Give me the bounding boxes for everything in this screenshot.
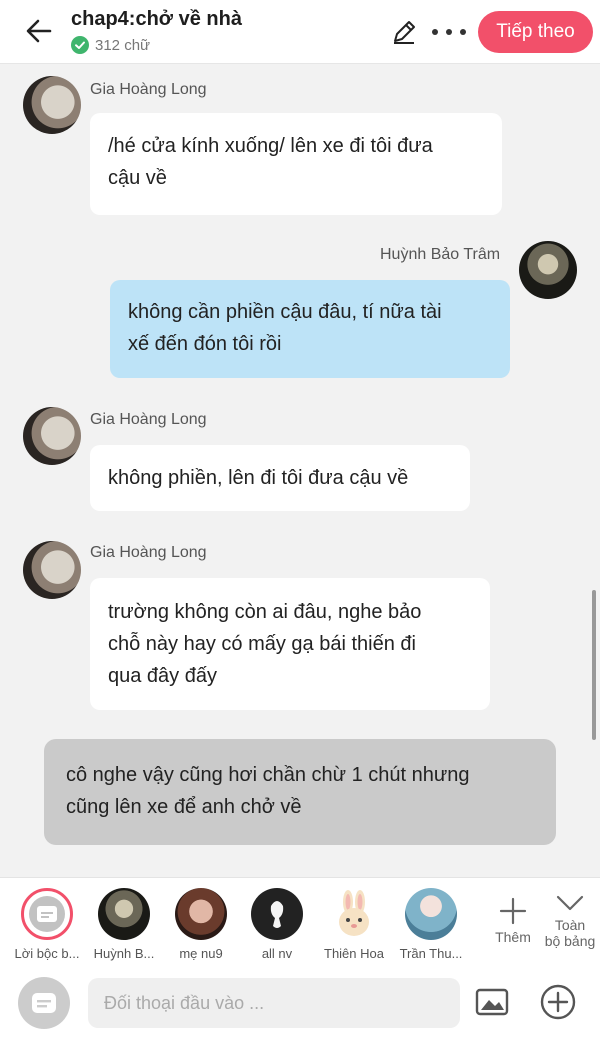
chevron-down-icon [556, 895, 584, 911]
avatar-silhouette [251, 888, 303, 940]
message-bubble[interactable]: không cần phiền cậu đâu, tí nữa tài xế đ… [110, 280, 510, 378]
plus-icon [499, 897, 527, 925]
message-line: qua đây đấy [108, 665, 217, 687]
message-bubble[interactable]: /hé cửa kính xuống/ lên xe đi tôi đưa cậ… [90, 113, 502, 215]
speaker-name: Gia Hoàng Long [90, 81, 207, 98]
avatar-gia-hoang-long[interactable] [23, 541, 81, 599]
chapter-title: chap4:chở về nhà [71, 8, 242, 30]
character-tran-thu[interactable]: Trần Thu... [393, 888, 469, 961]
top-bar: chap4:chở về nhà 312 chữ Tiếp theo [0, 0, 600, 64]
narration-line: cô nghe vậy cũng hơi chần chừ 1 chút như… [66, 764, 470, 786]
character-name: mẹ nu9 [179, 946, 223, 961]
character-thien-hoa[interactable]: Thiên Hoa [316, 888, 392, 961]
narration-toggle-icon[interactable] [18, 977, 70, 1029]
image-icon[interactable] [475, 987, 509, 1017]
narration-bubble[interactable]: cô nghe vậy cũng hơi chần chừ 1 chút như… [44, 739, 556, 845]
avatar-me-nu9 [175, 888, 227, 940]
speaker-name: Gia Hoàng Long [90, 411, 207, 428]
avatar-huynh-bao-tram [98, 888, 150, 940]
word-count-text: 312 chữ [95, 36, 151, 54]
message-line: không cần phiền cậu đâu, tí nữa tài [128, 301, 442, 323]
all-characters-button[interactable]: Toàn bộ bảng [540, 892, 600, 949]
message-line: cậu về [108, 167, 167, 189]
avatar-bunny [328, 888, 380, 940]
message-line: /hé cửa kính xuống/ lên xe đi tôi đưa [108, 135, 433, 157]
message-line: không phiền, lên đi tôi đưa cậu về [108, 467, 409, 489]
word-count: 312 chữ [71, 36, 150, 54]
speaker-name: Huỳnh Bảo Trâm [380, 246, 501, 263]
character-all-nv[interactable]: all nv [239, 888, 315, 961]
message-line: xế đến đón tôi rồi [128, 333, 282, 355]
character-name: Trần Thu... [399, 946, 463, 961]
character-name: Lời bộc b... [14, 946, 80, 961]
next-button[interactable]: Tiếp theo [478, 11, 593, 53]
more-options-icon[interactable] [432, 18, 466, 46]
all-characters-label-1: Toàn [554, 917, 586, 933]
avatar-huynh-bao-tram[interactable] [519, 241, 577, 299]
narration-line: cũng lên xe để anh chở về [66, 796, 302, 818]
add-character-button[interactable]: Thêm [490, 896, 536, 945]
more-characters-label: Thêm [495, 929, 531, 945]
all-characters-label-2: bộ bảng [544, 933, 596, 949]
avatar-tran-thu [405, 888, 457, 940]
scrollbar[interactable] [592, 590, 596, 740]
add-circle-icon[interactable] [539, 983, 577, 1021]
back-arrow-icon[interactable] [22, 14, 56, 48]
character-huynh-bao-tram[interactable]: Huỳnh B... [86, 888, 162, 961]
narration-icon [21, 888, 73, 940]
check-icon [71, 36, 89, 54]
character-selector: Lời bộc b... Huỳnh B... mẹ nu9 all nv Th… [0, 877, 600, 965]
character-narration[interactable]: Lời bộc b... [9, 888, 85, 961]
chat-area[interactable]: Gia Hoàng Long /hé cửa kính xuống/ lên x… [0, 65, 600, 877]
message-line: trường không còn ai đâu, nghe bảo [108, 601, 422, 623]
character-me-nu9[interactable]: mẹ nu9 [163, 888, 239, 961]
character-name: Thiên Hoa [324, 946, 384, 961]
dialogue-input[interactable] [88, 978, 460, 1028]
input-bar [0, 965, 600, 1038]
character-name: Huỳnh B... [93, 946, 155, 961]
speaker-name: Gia Hoàng Long [90, 544, 207, 561]
avatar-gia-hoang-long[interactable] [23, 76, 81, 134]
message-bubble[interactable]: trường không còn ai đâu, nghe bảo chỗ nà… [90, 578, 490, 710]
avatar-gia-hoang-long[interactable] [23, 407, 81, 465]
pencil-icon[interactable] [390, 18, 418, 46]
message-bubble[interactable]: không phiền, lên đi tôi đưa cậu về [90, 445, 470, 511]
message-line: chỗ này hay có mấy gạ bái thiến đi [108, 633, 416, 655]
character-name: all nv [261, 946, 293, 961]
